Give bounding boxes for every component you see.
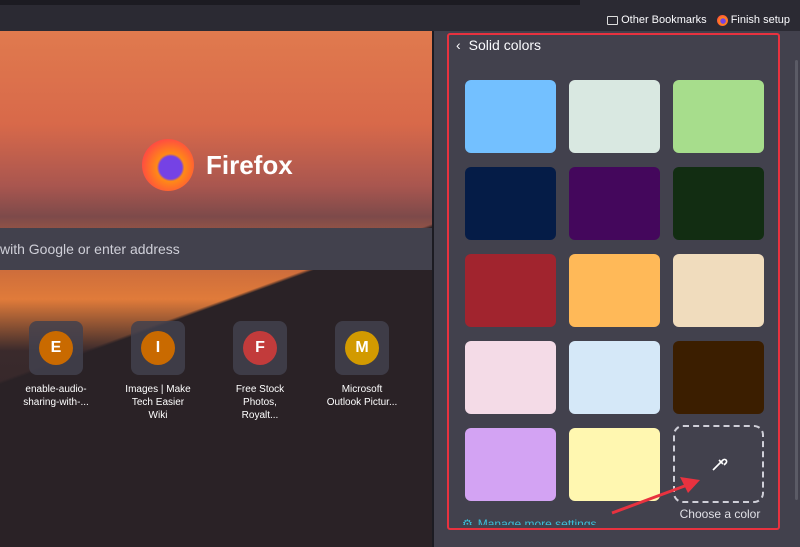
top-site-tile[interactable]: I Images | Make Tech Easier Wiki [122, 321, 194, 422]
tile-label: Images | Make Tech Easier Wiki [125, 384, 191, 421]
tile-label: enable-audio- sharing-with-... [23, 384, 89, 408]
search-input[interactable]: with Google or enter address [0, 228, 432, 270]
scrollbar[interactable] [795, 60, 798, 500]
tile-icon-box: M [335, 321, 389, 375]
search-placeholder: with Google or enter address [0, 241, 180, 257]
tile-label: Microsoft Outlook Pictur... [326, 384, 398, 408]
finish-setup[interactable]: Finish setup [716, 14, 790, 26]
tile-icon-box: F [233, 321, 287, 375]
tile-label: Free Stock Photos, Royalt... [235, 384, 285, 421]
tile-letter-icon: I [141, 331, 175, 365]
tile-letter-icon: M [345, 331, 379, 365]
top-site-tile[interactable]: Eenable-audio- sharing-with-... [20, 321, 92, 422]
tab-area [0, 0, 580, 5]
finish-setup-label: Finish setup [730, 14, 790, 26]
bookmarks-toolbar: Other Bookmarks Finish setup [0, 9, 800, 31]
tile-letter-icon: F [243, 331, 277, 365]
firefox-logo-icon [142, 139, 194, 191]
tab-strip [0, 0, 800, 9]
top-site-tile[interactable]: M Microsoft Outlook Pictur... [326, 321, 398, 422]
folder-icon [607, 15, 619, 25]
brand-name: Firefox [206, 149, 293, 180]
top-site-tile[interactable]: F Free Stock Photos, Royalt... [224, 321, 296, 422]
other-bookmarks[interactable]: Other Bookmarks [607, 14, 707, 26]
top-sites: Eenable-audio- sharing-with-... I Images |… [20, 321, 398, 422]
highlight-outline [447, 33, 780, 530]
tile-icon-box: E [29, 321, 83, 375]
other-bookmarks-label: Other Bookmarks [621, 14, 707, 26]
tile-icon-box: I [131, 321, 185, 375]
tile-letter-icon: E [39, 331, 73, 365]
firefox-icon [716, 14, 728, 26]
new-tab-page: Firefox with Google or enter address Een… [0, 31, 432, 547]
firefox-logo: Firefox [142, 139, 293, 191]
